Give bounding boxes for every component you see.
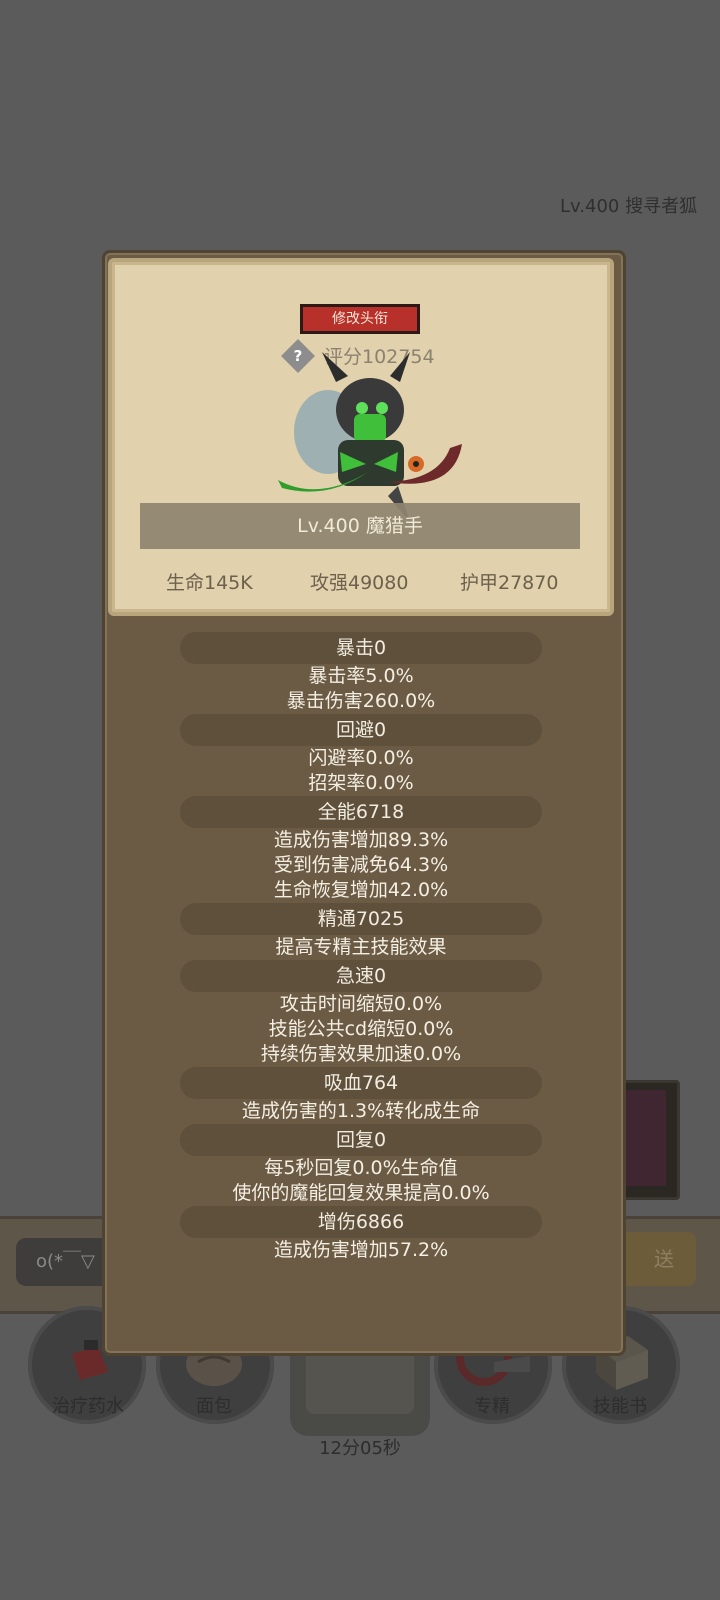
hp-stat: 生命145K [166, 572, 253, 594]
stat-section-header: 暴击0 [180, 632, 542, 664]
stat-section-header: 回复0 [180, 1124, 542, 1156]
stat-section-header: 急速0 [180, 960, 542, 992]
secondary-stats-list: 暴击0 暴击率5.0% 暴击伤害260.0% 回避0 闪避率0.0% 招架率0.0% 全能6… [106, 632, 616, 1263]
stat-detail-line: 生命恢复增加42.0% [273, 879, 449, 901]
stat-detail-line: 暴击伤害260.0% [286, 690, 436, 712]
stat-detail-line: 招架率0.0% [308, 772, 414, 794]
stat-section-header: 全能6718 [180, 796, 542, 828]
stat-section-header: 精通7025 [180, 903, 542, 935]
potion-label: 治疗药水 [52, 1396, 124, 1417]
demon-hunter-character-icon [278, 352, 462, 522]
stat-detail-line: 技能公共cd缩短0.0% [268, 1018, 454, 1040]
side-portrait-image [620, 1090, 666, 1186]
skill-book-label: 技能书 [593, 1396, 647, 1417]
stat-detail-line: 提高专精主技能效果 [275, 936, 447, 958]
chest-icon [306, 1348, 414, 1414]
chest-timer: 12分05秒 [319, 1438, 401, 1459]
stat-detail-line: 造成伤害的1.3%转化成生命 [241, 1100, 481, 1122]
stat-section-header: 吸血764 [180, 1067, 542, 1099]
stat-detail-line: 攻击时间缩短0.0% [279, 993, 443, 1015]
stat-detail-line: 造成伤害增加89.3% [273, 829, 449, 851]
specialization-label: 专精 [474, 1396, 510, 1417]
stat-detail-line: 受到伤害减免64.3% [273, 854, 449, 876]
stat-detail-line: 造成伤害增加57.2% [273, 1239, 449, 1261]
stat-detail-line: 暴击率5.0% [308, 665, 414, 687]
stat-section-header: 回避0 [180, 714, 542, 746]
armor-stat: 护甲27870 [460, 572, 559, 594]
edit-title-button[interactable]: 修改头衔 [300, 304, 420, 334]
stat-detail-line: 使你的魔能回复效果提高0.0% [232, 1182, 490, 1204]
player-level-label: Lv.400 搜寻者狐 [560, 196, 698, 217]
bread-label: 面包 [196, 1396, 232, 1417]
character-level-name: Lv.400 魔猎手 [297, 515, 423, 537]
stat-detail-line: 闪避率0.0% [308, 747, 414, 769]
stat-detail-line: 持续伤害效果加速0.0% [260, 1043, 462, 1065]
stat-section-header: 增伤6866 [180, 1206, 542, 1238]
attack-stat: 攻强49080 [310, 572, 409, 594]
stat-detail-line: 每5秒回复0.0%生命值 [264, 1157, 458, 1179]
